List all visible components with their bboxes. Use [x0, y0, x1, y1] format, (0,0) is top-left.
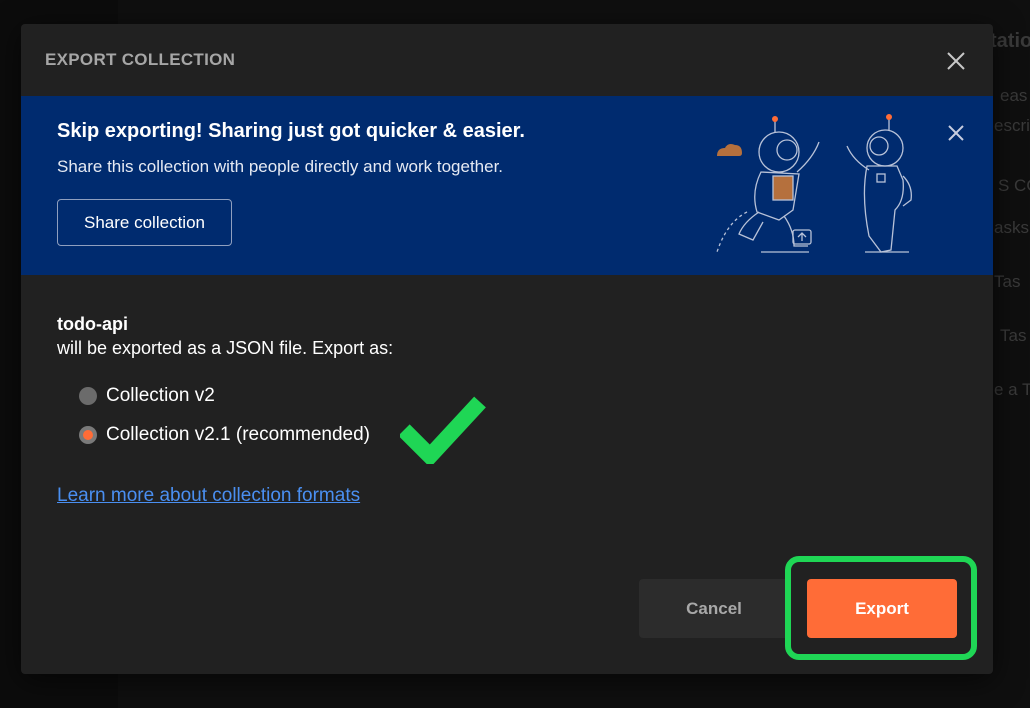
radio-button[interactable]	[79, 387, 97, 405]
option-label: Collection v2.1 (recommended)	[106, 424, 371, 445]
option-label: Collection v2	[106, 385, 215, 406]
background-text: eas	[1000, 86, 1028, 105]
cancel-button[interactable]: Cancel	[639, 579, 789, 638]
collection-name: todo-api	[57, 314, 128, 334]
background-text: e a T	[994, 380, 1030, 399]
astronauts-illustration	[716, 114, 912, 253]
background-text: Tas	[994, 272, 1021, 291]
dialog-title: EXPORT COLLECTION	[45, 50, 236, 69]
learn-more-link[interactable]: Learn more about collection formats	[57, 485, 360, 507]
background-text: asks	[994, 218, 1029, 237]
export-description: will be exported as a JSON file. Export …	[57, 338, 394, 358]
option-collection-v21[interactable]: Collection v2.1 (recommended)	[79, 424, 370, 446]
radio-button-selected[interactable]	[79, 426, 97, 444]
option-collection-v2[interactable]: Collection v2	[79, 385, 215, 407]
banner-title: Skip exporting! Sharing just got quicker…	[57, 120, 525, 142]
banner-subtitle: Share this collection with people direct…	[57, 157, 504, 176]
close-icon[interactable]	[943, 48, 969, 74]
background-text: escri	[994, 116, 1030, 135]
share-collection-button[interactable]: Share collection	[57, 199, 232, 246]
export-button[interactable]: Export	[807, 579, 957, 638]
background-text: Tas	[1000, 326, 1027, 345]
share-banner: Skip exporting! Sharing just got quicker…	[21, 96, 993, 275]
background-text: S CO	[998, 176, 1030, 195]
banner-close-icon[interactable]	[945, 122, 967, 144]
green-checkmark-icon	[400, 396, 486, 464]
background-text: tatio	[990, 30, 1030, 52]
export-collection-dialog: EXPORT COLLECTION Skip exporting! Sharin…	[21, 24, 993, 674]
